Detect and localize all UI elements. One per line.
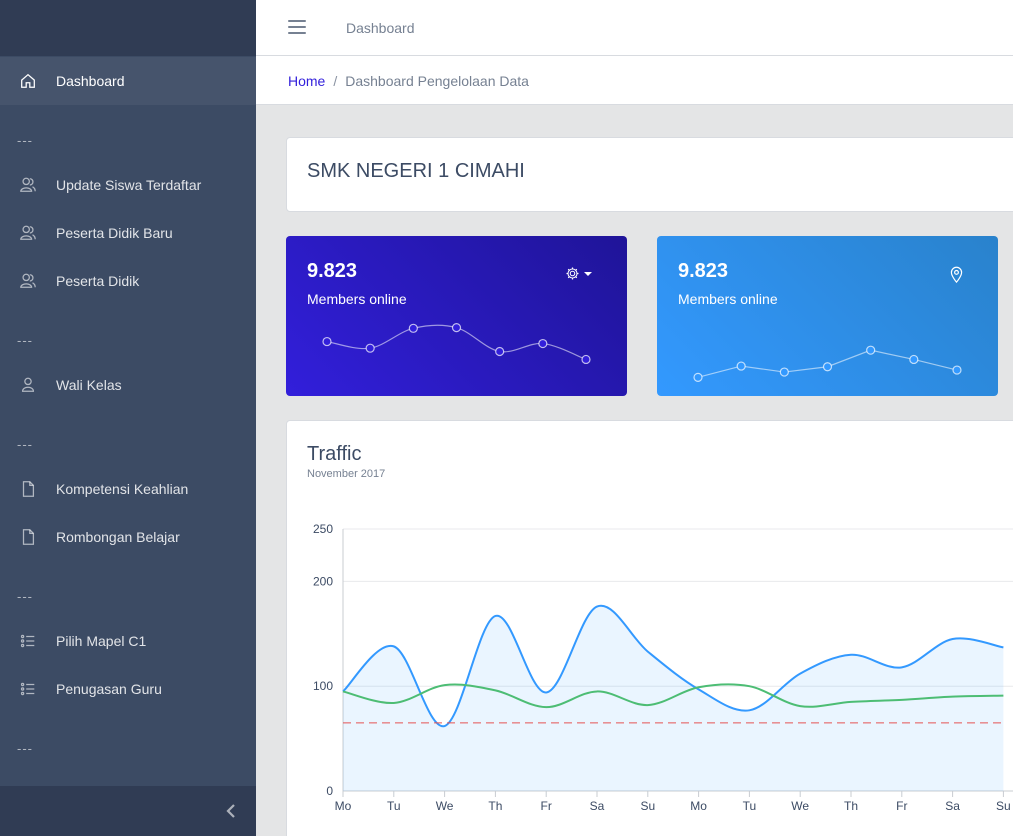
nav-separator: --- <box>17 589 33 604</box>
hamburger-icon[interactable] <box>288 20 306 34</box>
x-tick-label: We <box>436 799 454 813</box>
chevron-left-icon[interactable] <box>224 802 238 820</box>
list-icon <box>0 632 56 650</box>
x-tick-label: Sa <box>590 799 605 813</box>
location-pin-icon <box>950 266 963 283</box>
x-tick-label: Sa <box>945 799 960 813</box>
sidebar-item-kompetensi-keahlian[interactable]: Kompetensi Keahlian <box>0 465 256 513</box>
people-icon <box>0 224 56 242</box>
sidebar-item-label: Kompetensi Keahlian <box>56 481 189 497</box>
sidebar-item-penugasan-guru[interactable]: Penugasan Guru <box>0 665 256 713</box>
x-tick-label: Th <box>488 799 502 813</box>
x-tick-label: Tu <box>743 799 757 813</box>
sidebar-item-update-siswa[interactable]: Update Siswa Terdaftar <box>0 161 256 209</box>
nav-separator: --- <box>17 333 33 348</box>
stat-value: 9.823 <box>678 260 729 282</box>
y-tick-label: 250 <box>313 522 333 536</box>
x-tick-label: We <box>791 799 809 813</box>
stat-label: Members online <box>307 291 407 307</box>
x-tick-label: Su <box>996 799 1011 813</box>
x-tick-label: Fr <box>896 799 907 813</box>
sidebar: Dashboard --- Update Siswa Terdaftar Pes… <box>0 0 256 836</box>
subheader: Home / Dashboard Pengelolaan Data <box>256 56 1013 105</box>
sparkline-point <box>952 365 962 375</box>
page-title: SMK NEGERI 1 CIMAHI <box>307 160 525 182</box>
header-nav-dashboard[interactable]: Dashboard <box>346 20 415 36</box>
sparkline-point <box>322 336 332 347</box>
sidebar-item-label: Wali Kelas <box>56 377 122 393</box>
location-button[interactable] <box>949 266 964 283</box>
caret-down-icon <box>584 271 592 276</box>
sidebar-item-wali-kelas[interactable]: Wali Kelas <box>0 361 256 409</box>
chart-subtitle: November 2017 <box>307 468 386 480</box>
sparkline-point <box>538 338 548 349</box>
breadcrumb: Home / Dashboard Pengelolaan Data <box>288 73 529 89</box>
sparkline-point <box>451 323 462 333</box>
sidebar-item-label: Peserta Didik Baru <box>56 225 173 241</box>
sidebar-item-label: Rombongan Belajar <box>56 529 180 545</box>
sidebar-item-label: Penugasan Guru <box>56 681 162 697</box>
x-tick-label: Mo <box>690 799 707 813</box>
sidebar-item-peserta-didik-baru[interactable]: Peserta Didik Baru <box>0 209 256 257</box>
sparkline-point <box>365 343 375 353</box>
stat-value: 9.823 <box>307 260 358 282</box>
chart-title: Traffic <box>307 443 362 465</box>
sparkline-point <box>866 345 876 355</box>
school-card: SMK NEGERI 1 CIMAHI <box>286 137 1013 212</box>
x-tick-label: Tu <box>387 799 401 813</box>
sidebar-item-dashboard[interactable]: Dashboard <box>0 57 256 105</box>
sparkline-point <box>736 361 746 371</box>
x-tick-label: Fr <box>541 799 552 813</box>
x-tick-label: Mo <box>335 799 352 813</box>
stat-label: Members online <box>678 291 778 307</box>
home-icon <box>0 72 56 90</box>
nav-separator: --- <box>17 741 33 756</box>
sidebar-item-pilih-mapel[interactable]: Pilih Mapel C1 <box>0 617 256 665</box>
file-icon <box>0 480 56 498</box>
file-icon <box>0 528 56 546</box>
y-tick-label: 200 <box>313 574 333 588</box>
sidebar-footer <box>0 786 256 836</box>
user-icon <box>0 376 56 394</box>
stat-card: 9.823 Members online <box>286 236 627 396</box>
sparkline-point <box>909 354 919 365</box>
sidebar-item-label: Dashboard <box>56 73 125 89</box>
settings-dropdown-button[interactable] <box>565 266 592 281</box>
sparkline-chart <box>322 323 591 365</box>
nav-separator: --- <box>17 437 33 452</box>
y-tick-label: 0 <box>326 784 333 798</box>
sparkline-point <box>822 362 833 372</box>
people-icon <box>0 272 56 290</box>
x-tick-label: Th <box>844 799 858 813</box>
sidebar-item-label: Update Siswa Terdaftar <box>56 177 202 193</box>
nav-separator: --- <box>17 133 33 148</box>
traffic-line-chart: 0 100 200 250 Mo Tu We Th Fr Sa Su Mo Tu We Th Fr Sa Su <box>313 522 1013 813</box>
y-tick-label: 100 <box>313 679 333 693</box>
list-icon <box>0 680 56 698</box>
x-tick-label: Su <box>640 799 655 813</box>
sidebar-brand[interactable] <box>0 0 256 56</box>
sidebar-item-peserta-didik[interactable]: Peserta Didik <box>0 257 256 305</box>
stat-card: 9.823 Members online <box>657 236 998 396</box>
breadcrumb-separator: / <box>333 73 338 89</box>
sparkline-point <box>408 323 418 333</box>
breadcrumb-current: Dashboard Pengelolaan Data <box>345 73 529 89</box>
series-area <box>343 605 1004 791</box>
traffic-card: Traffic November 2017 0 100 200 250 Mo Tu We Th… <box>286 420 1013 836</box>
header: Dashboard <box>256 0 1013 56</box>
sparkline-point <box>779 367 789 377</box>
breadcrumb-home[interactable]: Home <box>288 73 325 89</box>
sidebar-item-label: Pilih Mapel C1 <box>56 633 147 649</box>
sparkline-point <box>495 346 505 357</box>
people-icon <box>0 176 56 194</box>
sidebar-item-label: Peserta Didik <box>56 273 140 289</box>
gear-icon <box>566 267 579 280</box>
sparkline-point <box>693 372 703 382</box>
sidebar-item-rombongan-belajar[interactable]: Rombongan Belajar <box>0 513 256 561</box>
sparkline-point <box>581 354 591 365</box>
sparkline-chart <box>693 345 962 382</box>
